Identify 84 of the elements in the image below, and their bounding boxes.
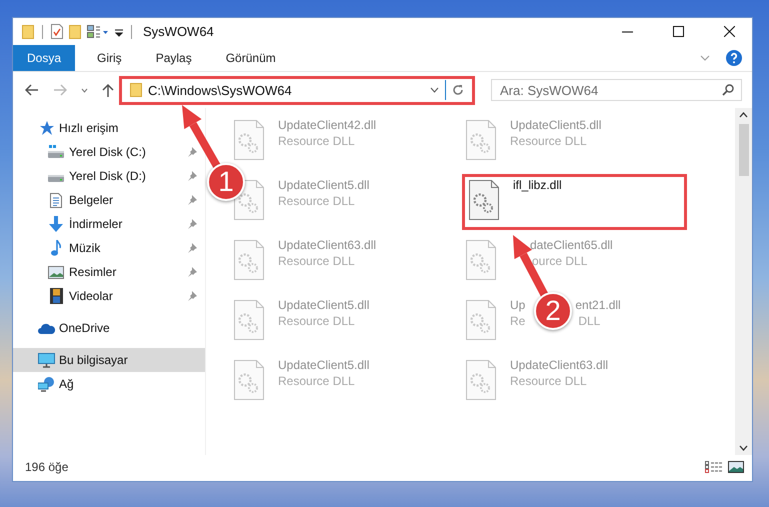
folder-icon[interactable] [22,24,34,38]
view-icon[interactable] [87,24,109,38]
address-bar[interactable]: C:\Windows\SysWOW64 [119,76,475,104]
large-icons-view-icon[interactable] [728,461,744,473]
address-path: C:\Windows\SysWOW64 [148,82,292,98]
ribbon-tab[interactable]: Görünüm [214,45,288,71]
file-name: ifl_libz.dll [513,178,562,192]
up-arrow-icon[interactable] [102,83,114,97]
pin-icon[interactable] [187,171,197,181]
file-type: Resource DLL [278,314,355,328]
network-globe-icon [38,376,54,392]
file-item[interactable]: ifl_libz.dll [462,174,687,230]
file-name: ent21.dll [575,298,621,312]
sidebar-item[interactable]: Müzik [13,236,205,260]
file-type: Re [510,314,526,328]
file-type: Resource DLL [278,134,355,148]
file-name: UpdateClient63.dll [278,238,376,252]
details-view-icon[interactable] [705,461,722,473]
file-name: UpdateClient5.dll [278,358,370,372]
pin-icon[interactable] [187,267,197,277]
ribbon-tab[interactable]: Giriş [85,45,134,71]
vertical-scrollbar[interactable] [735,108,752,455]
expand-ribbon-icon[interactable] [700,55,710,61]
ribbon-tab[interactable]: Dosya [13,45,76,71]
file-type: Resource DLL [510,134,587,148]
file-name: UpdateClient5.dll [510,118,602,132]
computer-icon [38,352,54,368]
window-title: SysWOW64 [143,24,214,39]
file-type: DLL [578,314,600,328]
picture-icon [48,266,64,278]
sidebar-item[interactable]: Yerel Disk (D:) [13,164,205,188]
sidebar-item[interactable]: İndirmeler [13,212,205,236]
pin-icon[interactable] [187,219,197,229]
scroll-up-icon[interactable] [739,112,748,118]
customize-toolbar-icon[interactable] [115,26,123,36]
file-name: Up [510,298,526,312]
pin-icon[interactable] [187,291,197,301]
sidebar-item[interactable]: Resimler [13,260,205,284]
ribbon-tab[interactable]: Paylaş [144,45,204,71]
forward-arrow-icon[interactable] [53,84,67,96]
properties-icon[interactable] [51,24,63,39]
music-note-icon [51,240,61,256]
file-type: Resource DLL [278,194,355,208]
file-type: Resource DLL [510,374,587,388]
recent-locations-icon[interactable] [81,88,88,92]
dll-file-gears-icon[interactable] [469,180,499,220]
document-icon [50,192,62,208]
file-name: UpdateClient5.dll [278,178,370,192]
file-name: UpdateClient5.dll [278,298,370,312]
minimize-icon [622,30,633,32]
sidebar-item[interactable]: Hızlı erişim [13,116,205,140]
folder-icon [130,83,142,97]
file-name: dateClient65.dll [530,238,613,252]
file-name: UpdateClient42.dll [278,118,376,132]
new-folder-icon[interactable] [69,24,81,38]
pin-icon[interactable] [187,147,197,157]
sidebar-item[interactable]: OneDrive [13,316,205,340]
download-arrow-icon [48,216,64,232]
file-type: Resource DLL [278,254,355,268]
back-arrow-icon[interactable] [25,84,39,96]
drive-icon [48,145,64,159]
file-name: UpdateClient63.dll [510,358,608,372]
file-type: ource DLL [532,254,588,268]
cloud-icon [38,322,54,334]
maximize-icon [673,26,684,37]
help-icon[interactable] [726,50,742,66]
sidebar-item[interactable]: Belgeler [13,188,205,212]
file-type: Resource DLL [278,374,355,388]
scrollbar-thumb[interactable] [738,124,748,176]
search-field[interactable]: Ara: SysWOW64 [491,79,742,101]
pin-icon[interactable] [187,243,197,253]
sidebar-item[interactable]: Yerel Disk (C:) [13,140,205,164]
sidebar-item[interactable]: Bu bilgisayar [13,348,205,372]
film-icon [50,288,62,304]
star-icon [38,121,54,135]
sidebar-item[interactable]: Videolar [13,284,205,308]
scroll-down-icon[interactable] [739,445,748,451]
dropdown-caret-icon[interactable] [430,87,439,93]
refresh-icon[interactable] [452,84,464,96]
pin-icon[interactable] [187,195,197,205]
close-icon [724,26,735,37]
sidebar-item[interactable]: Ağ [13,372,205,396]
item-count: 196 öğe [25,460,68,474]
search-icon[interactable] [722,84,734,96]
